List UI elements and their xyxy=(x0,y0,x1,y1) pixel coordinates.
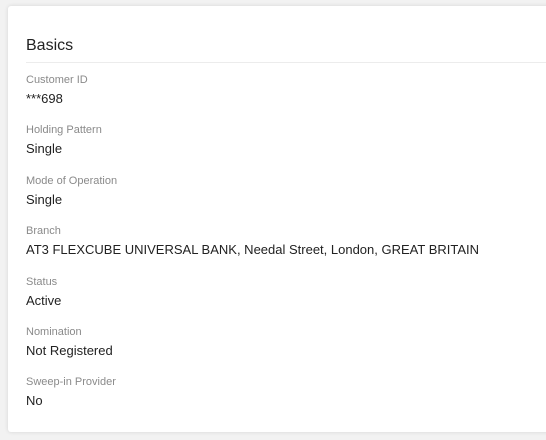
customer-id-label: Customer ID xyxy=(26,74,88,86)
section-title: Basics xyxy=(26,37,74,54)
field-list: Customer ID ***698 Holding Pattern Singl… xyxy=(26,73,546,426)
field-mode-of-operation: Mode of Operation Single xyxy=(26,174,546,224)
field-status: Status Active xyxy=(26,275,546,325)
nomination-label: Nomination xyxy=(26,325,82,338)
field-holding-pattern: Holding Pattern Single xyxy=(26,123,546,173)
nomination-value: Not Registered xyxy=(26,342,113,358)
mode-of-operation-value: Single xyxy=(26,191,63,207)
section-divider xyxy=(26,62,546,63)
field-branch: Branch AT3 FLEXCUBE UNIVERSAL BANK, Need… xyxy=(26,224,546,274)
branch-label: Branch xyxy=(26,225,61,238)
customer-id-value: ***698 xyxy=(26,91,63,106)
status-label: Status xyxy=(26,275,58,288)
sweep-in-provider-label: Sweep-in Provider xyxy=(26,376,116,389)
basics-card: Basics Customer ID ***698 Holding Patter… xyxy=(8,6,546,432)
mode-of-operation-label: Mode of Operation xyxy=(26,174,118,187)
branch-value: AT3 FLEXCUBE UNIVERSAL BANK, Needal Stre… xyxy=(26,242,480,258)
field-sweep-in-provider: Sweep-in Provider No xyxy=(26,375,546,425)
field-nomination: Nomination Not Registered xyxy=(26,325,546,375)
field-customer-id: Customer ID ***698 xyxy=(26,73,546,123)
holding-pattern-label: Holding Pattern xyxy=(26,124,102,137)
sweep-in-provider-value: No xyxy=(26,393,43,409)
status-value: Active xyxy=(26,292,62,308)
holding-pattern-value: Single xyxy=(26,141,63,157)
